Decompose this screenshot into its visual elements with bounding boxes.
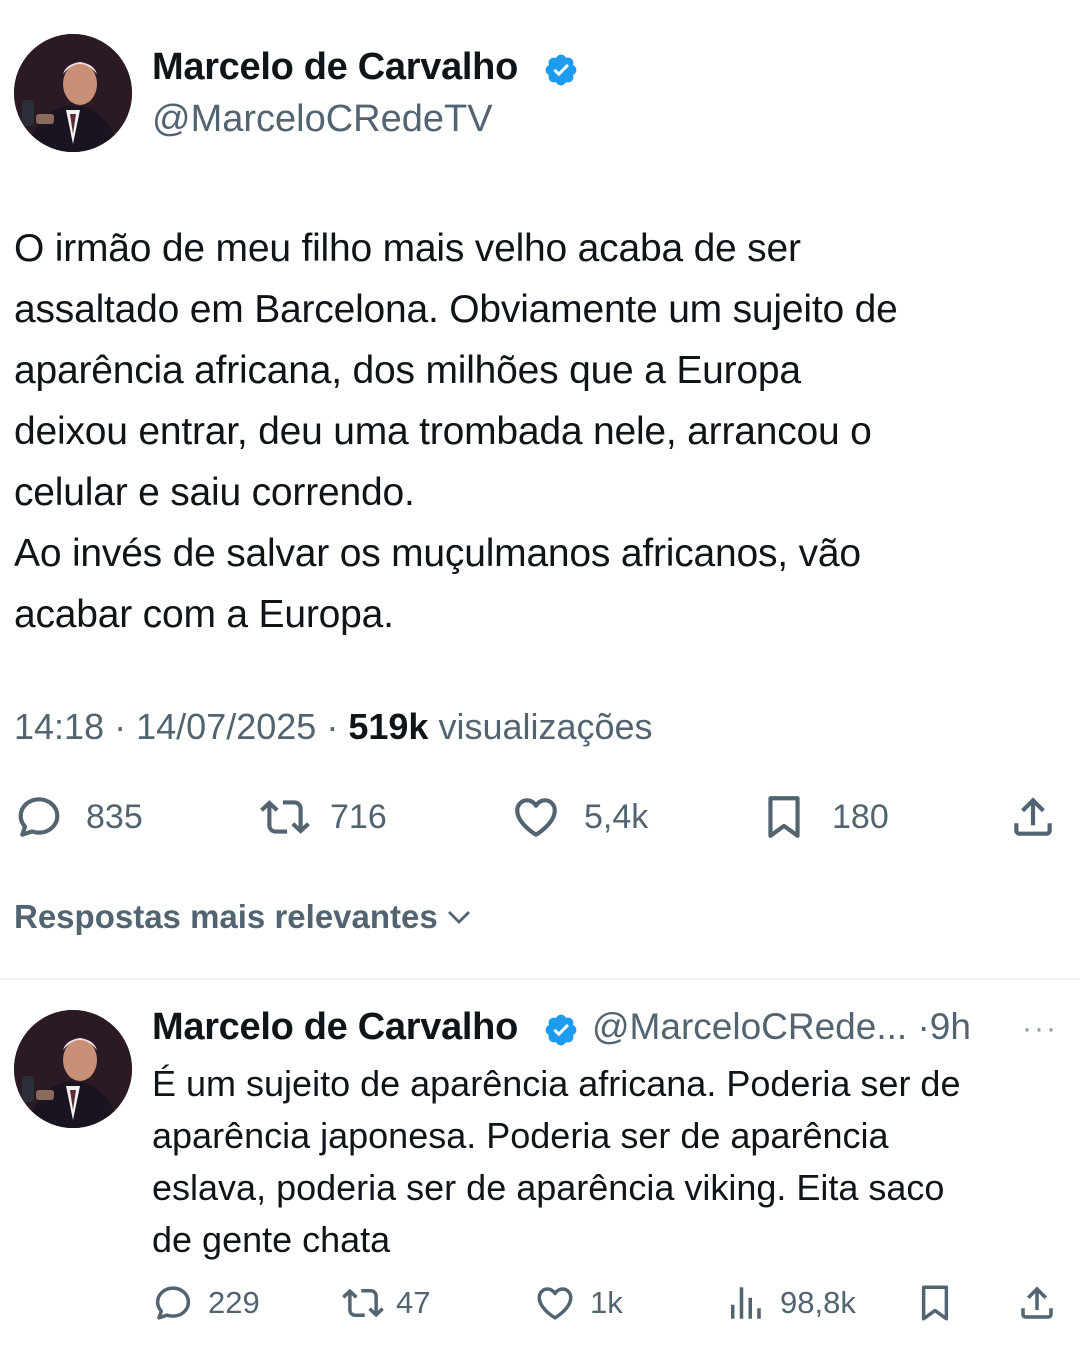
reply-icon	[18, 797, 60, 837]
replies-sort-toggle[interactable]: Respostas mais relevantes	[14, 898, 474, 936]
section-divider	[0, 978, 1080, 980]
like-button[interactable]: 5,4k	[510, 792, 648, 842]
reply-share-button[interactable]	[1016, 1282, 1058, 1324]
reply-repost-count: 47	[396, 1285, 431, 1320]
reply-handle-text: @MarceloCRede...	[592, 1006, 908, 1047]
reply-age[interactable]: 9h	[930, 1006, 971, 1047]
author-name[interactable]: Marcelo de Carvalho	[152, 46, 518, 89]
reply-text: É um sujeito de aparência africana. Pode…	[152, 1063, 961, 1260]
reply-views-count: 98,8k	[780, 1285, 856, 1320]
tweet-time[interactable]: 14:18	[14, 706, 104, 747]
reply-icon	[155, 1286, 191, 1320]
repost-count: 716	[330, 797, 387, 836]
repost-icon	[342, 1288, 384, 1318]
reply-count: 835	[86, 797, 143, 836]
reply-author-avatar[interactable]	[14, 1010, 132, 1128]
tweet-date[interactable]: 14/07/2025	[136, 706, 316, 747]
like-icon	[537, 1287, 573, 1320]
views-label: visualizações	[438, 706, 653, 747]
reply-bookmark-button[interactable]	[914, 1282, 956, 1324]
reply-views-button[interactable]: 98,8k	[724, 1282, 856, 1324]
like-count: 5,4k	[584, 797, 649, 836]
bookmark-button[interactable]: 180	[758, 792, 889, 842]
bookmark-count: 180	[832, 797, 889, 836]
reply-author-handle[interactable]: @MarceloCRede... ·9h	[592, 1006, 971, 1048]
reply-author-name[interactable]: Marcelo de Carvalho	[152, 1006, 518, 1049]
reply-separator: ·	[917, 1006, 930, 1047]
bookmark-icon	[768, 796, 800, 838]
tweet-text: O irmão de meu filho mais velho acaba de…	[14, 227, 898, 636]
replies-sort-label: Respostas mais relevantes	[14, 898, 438, 935]
share-button[interactable]	[1008, 792, 1058, 842]
chevron-down-icon	[447, 911, 470, 924]
reply-reply-count: 229	[208, 1285, 260, 1320]
like-icon	[515, 798, 557, 837]
reply-reply-button[interactable]: 229	[152, 1282, 260, 1324]
views-count: 519k	[348, 706, 429, 747]
share-icon	[1021, 1286, 1053, 1319]
reply-like-button[interactable]: 1k	[534, 1282, 623, 1324]
repost-icon	[260, 800, 310, 834]
reply-button[interactable]: 835	[14, 792, 143, 842]
verified-badge-icon	[545, 1014, 577, 1046]
tweet-meta: 14:18 · 14/07/2025 · 519k visualizações	[14, 706, 653, 748]
repost-button[interactable]: 716	[258, 792, 387, 842]
meta-separator: ·	[326, 706, 339, 747]
reply-repost-button[interactable]: 47	[340, 1282, 430, 1324]
author-avatar[interactable]	[14, 34, 132, 152]
meta-separator: ·	[114, 706, 127, 747]
share-icon	[1014, 797, 1052, 836]
verified-badge-icon	[545, 54, 577, 86]
reply-like-count: 1k	[590, 1285, 623, 1320]
more-icon[interactable]: ···	[1022, 1012, 1058, 1046]
author-handle[interactable]: @MarceloCRedeTV	[152, 98, 493, 141]
views-icon	[731, 1287, 761, 1319]
bookmark-icon	[921, 1285, 949, 1321]
